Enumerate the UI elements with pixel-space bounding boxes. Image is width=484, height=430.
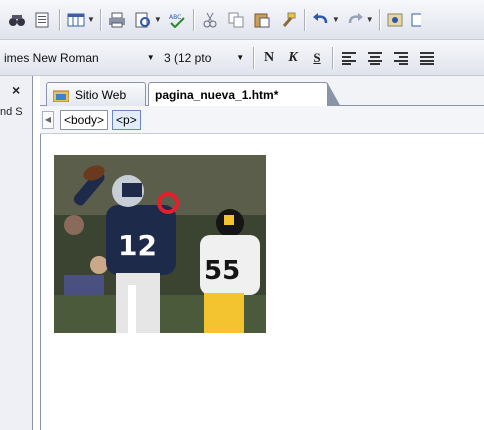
chevron-down-icon[interactable]: ▼ (236, 53, 246, 62)
font-size-select[interactable]: 3 (12 pto ▼ (160, 47, 250, 69)
document-tab-strip: Sitio Web pagina_nueva_1.htm* (40, 76, 484, 107)
svg-text:ABC: ABC (169, 14, 181, 21)
table-icon[interactable] (411, 9, 421, 31)
standard-toolbar: ▼ ▼ ABC ▼ ▼ (0, 0, 484, 40)
design-view-canvas[interactable]: 12 55 (40, 134, 484, 430)
table-dropdown-icon[interactable]: ▼ (87, 15, 95, 24)
toolbar-separator (59, 8, 60, 31)
svg-text:55: 55 (204, 256, 240, 286)
copy-icon[interactable] (225, 9, 247, 31)
formatting-toolbar: imes New Roman ▼ 3 (12 pto ▼ N K S (0, 40, 484, 76)
strikethrough-button[interactable]: S (305, 47, 329, 69)
redo-dropdown-icon[interactable]: ▼ (366, 15, 374, 24)
undo-icon[interactable] (310, 9, 332, 31)
italic-button[interactable]: K (281, 47, 305, 69)
folder-list-panel (0, 76, 33, 430)
web-component-icon[interactable] (385, 9, 407, 31)
print-icon[interactable] (106, 9, 128, 31)
insert-table-icon[interactable] (65, 9, 87, 31)
font-name-select[interactable]: imes New Roman ▼ (0, 47, 160, 69)
spellcheck-icon[interactable]: ABC (166, 9, 188, 31)
quick-tag-selector: ◀ <body> <p> (40, 106, 484, 134)
toolbar-separator (253, 46, 254, 69)
format-painter-icon[interactable] (277, 9, 299, 31)
font-name-value: imes New Roman (4, 50, 99, 65)
tag-p[interactable]: <p> (112, 109, 141, 130)
svg-text:12: 12 (118, 229, 157, 262)
tab-label: pagina_nueva_1.htm* (155, 88, 279, 102)
print-preview-icon[interactable] (132, 9, 154, 31)
tag-body[interactable]: <body> (60, 109, 109, 130)
tab-pagina-nueva[interactable]: pagina_nueva_1.htm* (148, 82, 341, 107)
binoculars-find-icon[interactable] (6, 9, 28, 31)
preview-dropdown-icon[interactable]: ▼ (154, 15, 162, 24)
paste-icon[interactable] (251, 9, 273, 31)
undo-dropdown-icon[interactable]: ▼ (332, 15, 340, 24)
toolbar-separator (99, 8, 101, 31)
toolbar-separator (332, 46, 333, 69)
redo-icon[interactable] (344, 9, 366, 31)
align-center-icon[interactable] (364, 47, 386, 69)
justify-icon[interactable] (416, 47, 438, 69)
document-list-icon[interactable] (32, 9, 54, 31)
tab-sitio-web[interactable]: Sitio Web (46, 82, 146, 106)
toolbar-separator (378, 8, 380, 31)
scroll-left-icon[interactable]: ◀ (42, 110, 54, 129)
align-left-icon[interactable] (338, 47, 360, 69)
bold-button[interactable]: N (257, 47, 281, 69)
football-photo[interactable]: 12 55 (54, 155, 266, 333)
cut-icon[interactable] (199, 9, 221, 31)
align-right-icon[interactable] (390, 47, 412, 69)
chevron-down-icon[interactable]: ▼ (147, 53, 156, 62)
website-folder-icon (52, 89, 70, 102)
toolbar-separator (303, 8, 305, 31)
close-panel-button[interactable]: × (12, 82, 20, 98)
panel-label: nd S (0, 106, 23, 118)
font-size-value: 3 (12 pto (164, 50, 212, 65)
tab-label: Sitio Web (75, 87, 127, 102)
toolbar-separator (192, 8, 194, 31)
